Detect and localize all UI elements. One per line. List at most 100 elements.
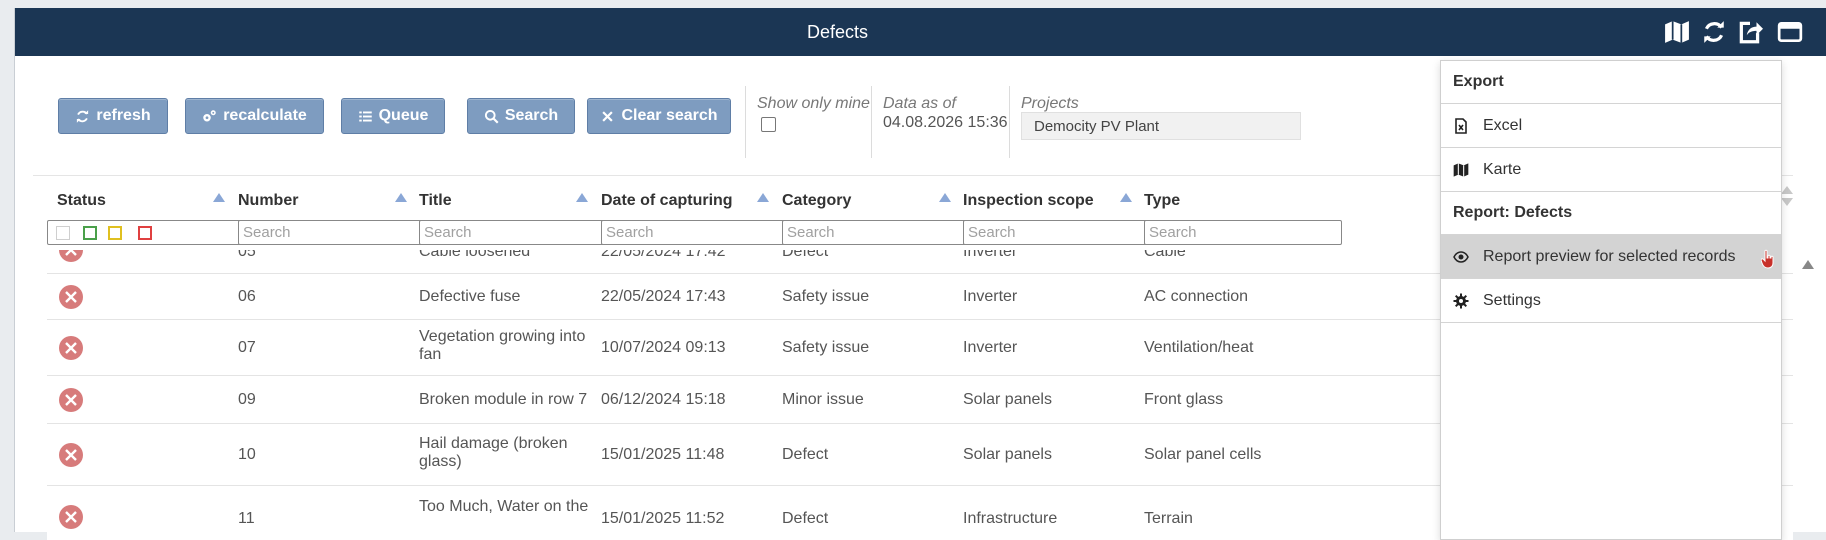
status-filter-red[interactable] <box>138 226 152 240</box>
cell-category: Safety issue <box>782 288 870 305</box>
column-header-status[interactable]: Status <box>57 192 106 210</box>
cell-scope: Solar panels <box>963 391 1052 408</box>
error-status-icon <box>59 336 83 360</box>
cell-date: 22/05/2024 17:43 <box>601 288 726 305</box>
sort-icon[interactable] <box>213 193 225 202</box>
status-filter-yellow[interactable] <box>108 226 122 240</box>
gears-icon <box>203 109 216 121</box>
cell-title: Defective fuse <box>419 288 521 305</box>
divider <box>1009 86 1010 158</box>
refresh-button-label: refresh <box>96 107 151 124</box>
scroll-down-arrow[interactable] <box>1781 198 1793 206</box>
scroll-up-arrow[interactable] <box>1802 260 1814 269</box>
column-header-title[interactable]: Title <box>419 192 452 210</box>
eye-icon <box>1453 251 1469 263</box>
column-header-date[interactable]: Date of capturing <box>601 192 733 210</box>
cell-date: 22/05/2024 17:42 <box>601 250 726 260</box>
title-search-input[interactable] <box>419 220 617 245</box>
cell-title: Hail damage (broken glass) <box>419 435 568 470</box>
report-heading: Report: Defects <box>1441 192 1781 235</box>
column-header-number[interactable]: Number <box>238 192 298 210</box>
gear-icon <box>1453 293 1469 309</box>
export-heading-label: Export <box>1453 73 1504 90</box>
queue-button[interactable]: Queue <box>341 98 445 134</box>
cell-number: 06 <box>238 288 256 305</box>
cell-scope: Solar panels <box>963 446 1052 463</box>
export-icon[interactable] <box>1737 19 1763 45</box>
report-heading-label: Report: Defects <box>1453 204 1573 221</box>
error-status-icon <box>59 250 83 262</box>
map-icon[interactable] <box>1664 19 1690 45</box>
status-filter[interactable] <box>47 220 259 245</box>
cell-scope: Infrastructure <box>963 510 1058 527</box>
cell-category: Defect <box>782 250 829 260</box>
projects-select[interactable]: Democity PV Plant <box>1021 112 1301 140</box>
column-header-type[interactable]: Type <box>1144 192 1180 210</box>
title-bar: Defects <box>15 8 1826 56</box>
status-filter-green[interactable] <box>83 226 97 240</box>
cell-scope: Inverter <box>963 250 1018 260</box>
refresh-icon <box>77 109 89 123</box>
cell-title: Vegetation growing into fan <box>419 328 586 363</box>
column-header-category[interactable]: Category <box>782 192 851 210</box>
cell-date: 10/07/2024 09:13 <box>601 339 726 356</box>
cell-category: Defect <box>782 446 829 463</box>
number-search-input[interactable] <box>238 220 436 245</box>
cell-type: Front glass <box>1144 391 1224 408</box>
sort-icon[interactable] <box>757 193 769 202</box>
projects-select-value: Democity PV Plant <box>1034 118 1160 135</box>
menu-item-settings[interactable]: Settings <box>1441 279 1781 323</box>
type-search-input[interactable] <box>1144 220 1342 245</box>
hand-cursor-icon <box>1761 249 1774 269</box>
error-status-icon <box>59 285 83 309</box>
search-button[interactable]: Search <box>467 98 575 134</box>
refresh-button[interactable]: refresh <box>58 98 168 134</box>
cell-number: 11 <box>238 510 255 527</box>
cell-number: 10 <box>238 446 256 463</box>
cell-title: Broken module in row 7 <box>419 391 588 408</box>
cell-category: Safety issue <box>782 339 870 356</box>
column-header-inspection-scope[interactable]: Inspection scope <box>963 192 1094 210</box>
date-search-input[interactable] <box>601 220 799 245</box>
search-button-label: Search <box>504 107 559 124</box>
menu-item-karte[interactable]: Karte <box>1441 148 1781 192</box>
cell-date: 15/01/2025 11:52 <box>601 510 725 527</box>
excel-file-icon <box>1455 118 1467 134</box>
status-filter-none[interactable] <box>56 226 70 240</box>
cell-category: Minor issue <box>782 391 864 408</box>
menu-item-settings-label: Settings <box>1483 292 1541 309</box>
cell-type: Ventilation/heat <box>1144 339 1254 356</box>
error-status-icon <box>59 388 83 412</box>
cell-date: 15/01/2025 11:48 <box>601 446 725 463</box>
window-title: Defects <box>806 22 869 42</box>
defects-window: Defects refresh recalculate Queue Search… <box>14 8 1826 540</box>
category-search-input[interactable] <box>782 220 980 245</box>
sort-icon[interactable] <box>939 193 951 202</box>
sort-icon[interactable] <box>395 193 407 202</box>
divider <box>871 86 872 158</box>
show-only-mine-checkbox[interactable] <box>761 117 776 132</box>
window-icon[interactable] <box>1777 19 1803 45</box>
cell-number: 07 <box>238 339 256 356</box>
cell-number: 09 <box>238 391 256 408</box>
cell-type: Solar panel cells <box>1144 446 1262 463</box>
cell-title: Cable loosened <box>419 250 531 260</box>
refresh-icon[interactable] <box>1701 19 1727 45</box>
scroll-up-arrow[interactable] <box>1781 186 1793 194</box>
menu-item-excel[interactable]: Excel <box>1441 104 1781 148</box>
clear-search-button[interactable]: Clear search <box>587 98 731 134</box>
divider <box>745 86 746 158</box>
cell-scope: Inverter <box>963 339 1018 356</box>
cell-type: Terrain <box>1144 510 1193 527</box>
menu-item-excel-label: Excel <box>1483 117 1523 134</box>
sort-icon[interactable] <box>1120 193 1132 202</box>
data-as-of-label: Data as of <box>883 95 956 112</box>
recalculate-button-label: recalculate <box>223 107 307 124</box>
menu-item-report-preview[interactable]: Report preview for selected records <box>1441 235 1781 279</box>
scope-search-input[interactable] <box>963 220 1161 245</box>
cell-title: Too Much, Water on the <box>419 498 589 515</box>
sort-icon[interactable] <box>576 193 588 202</box>
close-icon <box>602 110 614 122</box>
recalculate-button[interactable]: recalculate <box>185 98 324 134</box>
export-heading: Export <box>1441 61 1781 104</box>
